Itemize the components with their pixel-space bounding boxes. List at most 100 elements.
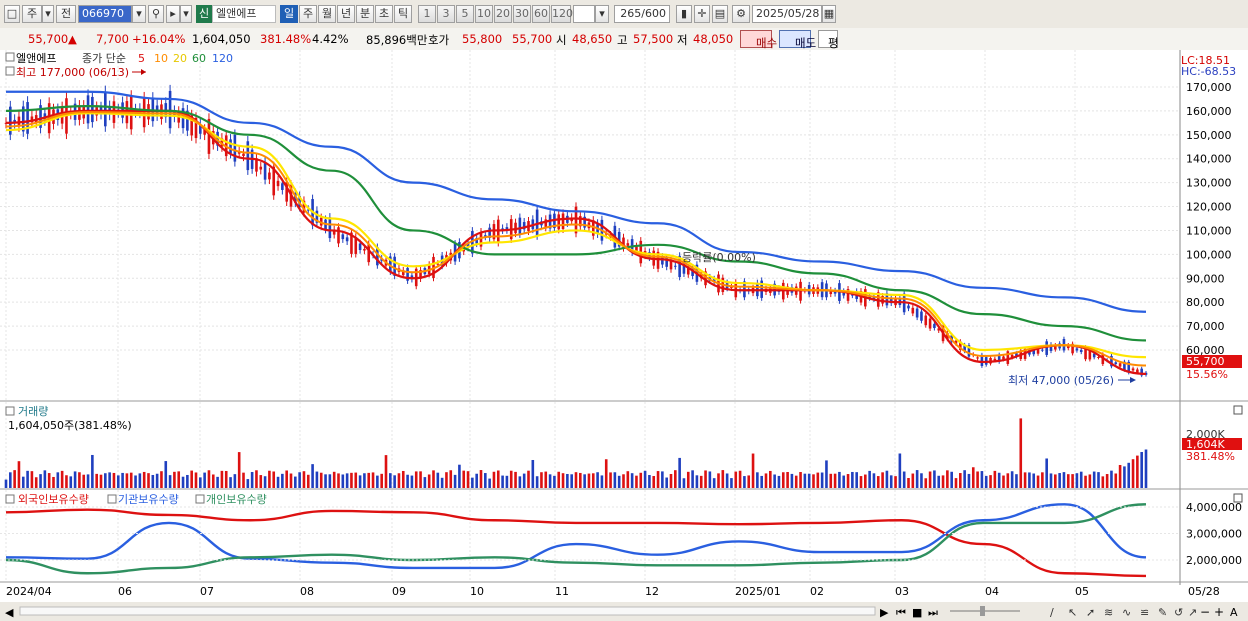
- volume-config-icon[interactable]: [5, 406, 15, 416]
- chart-menu-icon[interactable]: □: [4, 5, 20, 23]
- volume-bar: [730, 478, 733, 488]
- tab-month[interactable]: 월: [318, 5, 336, 23]
- wave-tool-icon[interactable]: ∿: [1122, 606, 1131, 619]
- volume-bar: [872, 473, 876, 488]
- volume-bar: [842, 475, 846, 488]
- panel-toggle-icon[interactable]: [5, 66, 15, 76]
- interval-120[interactable]: 120: [551, 5, 573, 23]
- interval-1[interactable]: 1: [418, 5, 436, 23]
- volume-bar: [717, 473, 720, 488]
- x-axis-label: 12: [645, 585, 659, 598]
- volume-bar: [617, 475, 621, 488]
- erase-tool-icon[interactable]: ↺: [1174, 606, 1183, 619]
- tab-second[interactable]: 초: [375, 5, 393, 23]
- volume-bar: [501, 475, 504, 488]
- volume-close-icon[interactable]: [1233, 405, 1243, 415]
- interval-10[interactable]: 10: [475, 5, 493, 23]
- interval-60[interactable]: 60: [532, 5, 550, 23]
- holdings-close-icon[interactable]: [1233, 493, 1243, 503]
- tab-day[interactable]: 일: [280, 5, 298, 23]
- volume-bar: [868, 470, 871, 488]
- candle-body: [168, 90, 172, 129]
- prev-button[interactable]: 전: [56, 5, 76, 23]
- interval-1-label: 1: [423, 7, 431, 20]
- interval-3[interactable]: 3: [437, 5, 455, 23]
- crosshair-icon[interactable]: ✛: [694, 5, 710, 23]
- candle-icon[interactable]: ▮: [676, 5, 692, 23]
- volume-bar: [712, 478, 716, 488]
- pen-tool-icon[interactable]: ✎: [1158, 606, 1167, 619]
- volume-bar: [518, 476, 522, 488]
- zoom-in-icon[interactable]: +: [1214, 605, 1224, 619]
- code-dropdown-icon[interactable]: ▾: [132, 5, 146, 23]
- holdings-config-icon[interactable]: [5, 494, 15, 504]
- stop-icon[interactable]: ■: [912, 606, 922, 619]
- ray-tool-icon[interactable]: ➚: [1086, 606, 1095, 619]
- panel-config-icon[interactable]: [5, 52, 15, 62]
- holdings-tick-label: 3,000,000: [1186, 528, 1242, 541]
- volume-bar: [531, 459, 535, 488]
- rewind-icon[interactable]: ⏮: [896, 606, 906, 619]
- volume-bar: [298, 472, 301, 488]
- volume-bar: [116, 475, 120, 488]
- stock-name: 엘앤에프: [216, 7, 257, 20]
- interval-5[interactable]: 5: [456, 5, 474, 23]
- volume-bar: [540, 472, 543, 488]
- count-field[interactable]: 265/600: [614, 5, 670, 23]
- tab-tick[interactable]: 틱: [394, 5, 412, 23]
- market-select[interactable]: 주: [22, 5, 42, 23]
- calendar-icon[interactable]: ▦: [822, 5, 836, 23]
- fast-forward-icon[interactable]: ⏭: [928, 606, 938, 619]
- font-size-icon[interactable]: A: [1230, 606, 1238, 619]
- volume-bar: [876, 476, 880, 488]
- ma-60-label: 60: [192, 52, 206, 65]
- evaluate-button[interactable]: 평: [818, 30, 839, 50]
- volume-bar: [665, 477, 668, 488]
- scroll-left-icon[interactable]: ◀: [5, 606, 14, 619]
- line-tool-icon[interactable]: ∕: [1050, 606, 1054, 619]
- volume-bar: [328, 474, 332, 488]
- print-icon[interactable]: ▤: [712, 5, 728, 23]
- zoom-slider-handle[interactable]: [980, 606, 985, 616]
- horizontal-scrollbar[interactable]: [19, 606, 876, 616]
- stock-name-field[interactable]: 엘앤에프: [212, 5, 276, 23]
- date-field[interactable]: 2025/05/28: [752, 5, 822, 23]
- tab-week[interactable]: 주: [299, 5, 317, 23]
- cursor-tool-icon[interactable]: ↗: [1188, 606, 1197, 619]
- tab-second-label: 초: [378, 7, 390, 20]
- speaker-icon[interactable]: ▸: [166, 5, 180, 23]
- fib-tool-icon[interactable]: ≌: [1140, 606, 1149, 619]
- volume-bar: [777, 475, 781, 488]
- volume-bar: [691, 470, 694, 488]
- pct-tag-value: 15.56%: [1186, 368, 1228, 381]
- volume-bar: [1071, 474, 1074, 488]
- buy-button[interactable]: 매수: [740, 30, 777, 50]
- search-icon[interactable]: ⚲: [148, 5, 164, 23]
- volume-bar: [648, 475, 651, 488]
- stock-code-input[interactable]: 066970: [78, 5, 132, 23]
- x-axis-label: 03: [895, 585, 909, 598]
- tab-minute[interactable]: 분: [356, 5, 374, 23]
- zoom-out-icon[interactable]: −: [1200, 605, 1210, 619]
- gear-icon[interactable]: ⚙: [732, 5, 750, 23]
- interval-30[interactable]: 30: [513, 5, 531, 23]
- interval-dropdown-icon[interactable]: ▾: [595, 5, 609, 23]
- market-dropdown-icon[interactable]: ▾: [42, 5, 54, 23]
- trend-tool-icon[interactable]: ↖: [1068, 606, 1077, 619]
- sound-dropdown-icon[interactable]: ▾: [180, 5, 192, 23]
- retail-config-icon[interactable]: [195, 494, 205, 504]
- volume-bar: [704, 470, 707, 488]
- volume-bar: [933, 470, 936, 488]
- volume-bar: [358, 475, 362, 488]
- sell-button[interactable]: 매도: [779, 30, 816, 50]
- tab-year[interactable]: 년: [337, 5, 355, 23]
- stock-chart[interactable]: 170,000 160,000 150,000 140,000 130,000 120,0…: [0, 50, 1248, 621]
- volume-bar: [371, 472, 375, 488]
- volume-bar: [354, 472, 358, 488]
- scroll-right-icon[interactable]: ▶: [880, 606, 889, 619]
- institution-config-icon[interactable]: [107, 494, 117, 504]
- interval-input[interactable]: [573, 5, 595, 23]
- channel-tool-icon[interactable]: ≋: [1104, 606, 1113, 619]
- candle-body: [1114, 362, 1118, 365]
- interval-20[interactable]: 20: [494, 5, 512, 23]
